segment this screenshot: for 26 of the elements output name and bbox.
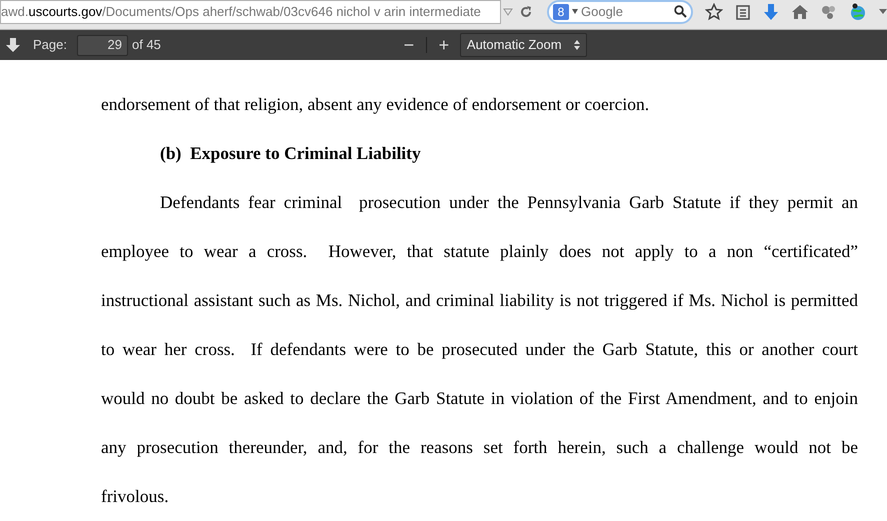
download-icon[interactable] (763, 2, 779, 20)
zoom-select[interactable]: Automatic Zoom (460, 33, 587, 57)
page-label: Page: (33, 36, 67, 54)
zoom-out-button[interactable]: − (396, 36, 421, 54)
caret-icon (572, 9, 578, 14)
page-number-field[interactable]: 29 (76, 34, 128, 56)
zoom-in-button[interactable]: + (432, 36, 456, 54)
globe-icon[interactable] (849, 2, 867, 20)
url-field[interactable]: awd.uscourts.gov/Documents/Ops aherf/schwab/03cv646 nichol v arin intermediate (0, 0, 501, 24)
dropdown-icon (503, 8, 513, 16)
updown-icon (574, 40, 580, 50)
body-paragraph: endorsement of that religion, absent any evidence of endorsement or coercion. (101, 93, 650, 116)
puzzle-icon[interactable] (821, 4, 837, 20)
search-icon (674, 5, 687, 18)
clipboard-icon[interactable] (735, 4, 751, 20)
body-paragraph: Defendants fear criminal prosecution under the Pennsylvania Garb Statute if they permit an employee to wear a cross. However, that statute plainly does not apply to a non “certificated” instructional assistant such as Ms. Nichol, and criminal liability is not triggered if Ms. Nichol is permitted to wear her cross. If defendants were to be prosecuted under the Garb Statute, this or another court would no doubt be asked to declare the Garb Statute in violation of the First Amendment, and to enjoin any prosecution thereunder, and, for the reasons set forth herein, such a challenge would not be frivolous. (101, 191, 858, 508)
search-engine-icon[interactable]: 8 (553, 4, 569, 20)
reload-icon[interactable] (519, 4, 533, 18)
page-count: of 45 (132, 36, 161, 54)
search-field[interactable]: 8 Google (547, 0, 693, 24)
section-heading: (b) Exposure to Criminal Liability (159, 142, 422, 165)
search-input[interactable]: Google (581, 2, 671, 22)
home-icon[interactable] (791, 4, 809, 20)
sidebar-toggle-icon[interactable] (6, 38, 20, 52)
menu-caret-icon[interactable] (879, 8, 887, 14)
star-icon[interactable] (705, 2, 723, 20)
